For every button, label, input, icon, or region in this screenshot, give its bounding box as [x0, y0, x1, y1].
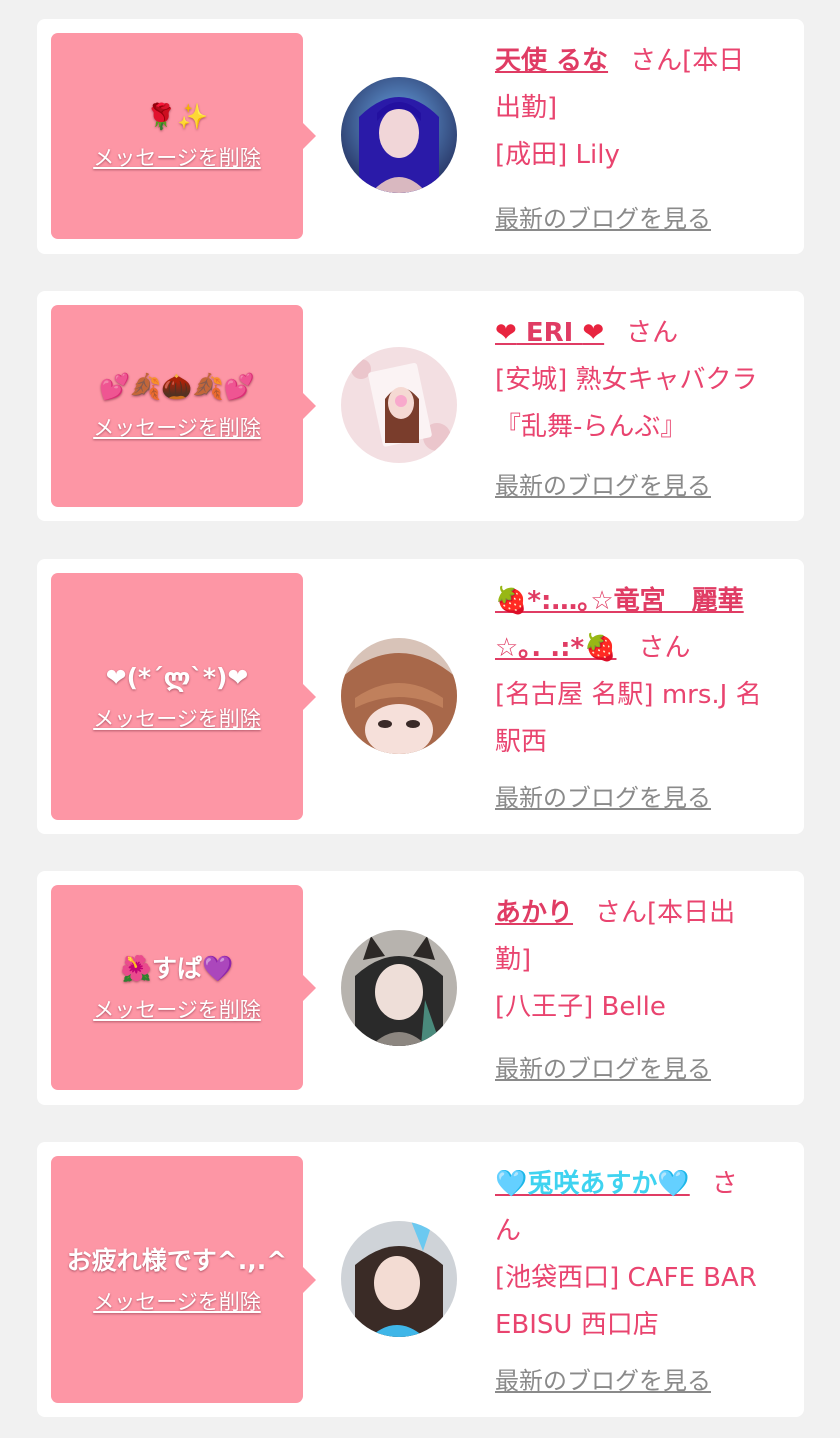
- avatar[interactable]: [341, 347, 457, 463]
- honorific: さ: [711, 1169, 738, 1199]
- sender-name[interactable]: ❤ ERI ❤: [495, 318, 604, 348]
- avatar-photo: [341, 638, 457, 754]
- sender-name[interactable]: 🍓*:…｡☆竜宮 麗華 ☆｡. .:*🍓: [495, 586, 744, 663]
- delete-message-link[interactable]: メッセージを削除: [93, 145, 261, 171]
- message-card: 💕🍂🌰🍂💕 メッセージを削除 ❤ ERI ❤ さん [安城] 熟女キャバクラ『乱舞…: [37, 291, 804, 521]
- latest-blog-link[interactable]: 最新のブログを見る: [495, 204, 711, 234]
- avatar-photo: [341, 347, 457, 463]
- shop-name: [成田] Lily: [495, 140, 620, 170]
- sender-name[interactable]: 天使 るな: [495, 46, 608, 76]
- sender-name[interactable]: あかり: [495, 898, 573, 928]
- honorific: さん[本日出: [595, 898, 736, 928]
- latest-blog-link[interactable]: 最新のブログを見る: [495, 1366, 711, 1396]
- delete-message-link[interactable]: メッセージを削除: [93, 415, 261, 441]
- latest-blog-link[interactable]: 最新のブログを見る: [495, 1054, 711, 1084]
- message-bubble: ❤(*´ლ`*)❤ メッセージを削除: [51, 573, 316, 820]
- shop-name: [池袋西口] CAFE BAR EBISU 西口店: [495, 1263, 757, 1340]
- message-text: ❤(*´ლ`*)❤: [105, 662, 249, 692]
- heart-icon: ❤: [582, 318, 605, 348]
- avatar[interactable]: [341, 638, 457, 754]
- message-card: 🌺すぱ💜 メッセージを削除 あかり さん[本日出 勤] [八王子] Belle 最…: [37, 871, 804, 1105]
- message-text: 🌹✨: [145, 102, 209, 131]
- message-bubble: お疲れ様です^.,.^ メッセージを削除: [51, 1156, 316, 1403]
- honorific: さん[本日: [630, 46, 745, 76]
- honorific-continued: 勤]: [495, 945, 532, 975]
- delete-message-link[interactable]: メッセージを削除: [93, 706, 261, 732]
- message-text: 🌺すぱ💜: [120, 953, 234, 983]
- message-card: お疲れ様です^.,.^ メッセージを削除 🩵兎咲あすか🩵 さ ん [池袋西口] C…: [37, 1142, 804, 1417]
- message-bubble: 💕🍂🌰🍂💕 メッセージを削除: [51, 305, 316, 507]
- message-text: お疲れ様です^.,.^: [66, 1245, 288, 1275]
- shop-name: [名古屋 名駅] mrs.J 名駅西: [495, 680, 762, 757]
- delete-message-link[interactable]: メッセージを削除: [93, 1289, 261, 1315]
- avatar[interactable]: [341, 77, 457, 193]
- honorific: さん: [626, 318, 679, 348]
- latest-blog-link[interactable]: 最新のブログを見る: [495, 783, 711, 813]
- honorific-continued: 出勤]: [495, 93, 558, 123]
- avatar[interactable]: [341, 1221, 457, 1337]
- latest-blog-link[interactable]: 最新のブログを見る: [495, 471, 711, 501]
- sender-info: 🩵兎咲あすか🩵 さ ん [池袋西口] CAFE BAR EBISU 西口店: [495, 1161, 787, 1349]
- delete-message-link[interactable]: メッセージを削除: [93, 997, 261, 1023]
- honorific: さん: [638, 633, 691, 663]
- avatar-photo: [341, 77, 457, 193]
- sender-info: 🍓*:…｡☆竜宮 麗華 ☆｡. .:*🍓 さん [名古屋 名駅] mrs.J 名駅西: [495, 578, 787, 766]
- heart-icon: ❤: [495, 318, 517, 348]
- avatar-photo: [341, 930, 457, 1046]
- shop-name: [八王子] Belle: [495, 992, 666, 1022]
- message-bubble: 🌺すぱ💜 メッセージを削除: [51, 885, 316, 1090]
- avatar[interactable]: [341, 930, 457, 1046]
- shop-name: [安城] 熟女キャバクラ『乱舞-らんぶ』: [495, 365, 758, 442]
- message-card: 🌹✨ メッセージを削除 天使 るな さん[本日 出勤] [成田] Lily 最新…: [37, 19, 804, 254]
- avatar-photo: [341, 1221, 457, 1337]
- sender-info: あかり さん[本日出 勤] [八王子] Belle: [495, 890, 787, 1031]
- sender-info: ❤ ERI ❤ さん [安城] 熟女キャバクラ『乱舞-らんぶ』: [495, 310, 787, 451]
- message-bubble: 🌹✨ メッセージを削除: [51, 33, 316, 239]
- message-card: ❤(*´ლ`*)❤ メッセージを削除 🍓*:…｡☆竜宮 麗華 ☆｡. .:*🍓 さん…: [37, 559, 804, 834]
- honorific-continued: ん: [495, 1216, 522, 1246]
- sender-info: 天使 るな さん[本日 出勤] [成田] Lily: [495, 38, 787, 179]
- sender-name[interactable]: 🩵兎咲あすか🩵: [495, 1169, 690, 1199]
- message-text: 💕🍂🌰🍂💕: [99, 372, 255, 401]
